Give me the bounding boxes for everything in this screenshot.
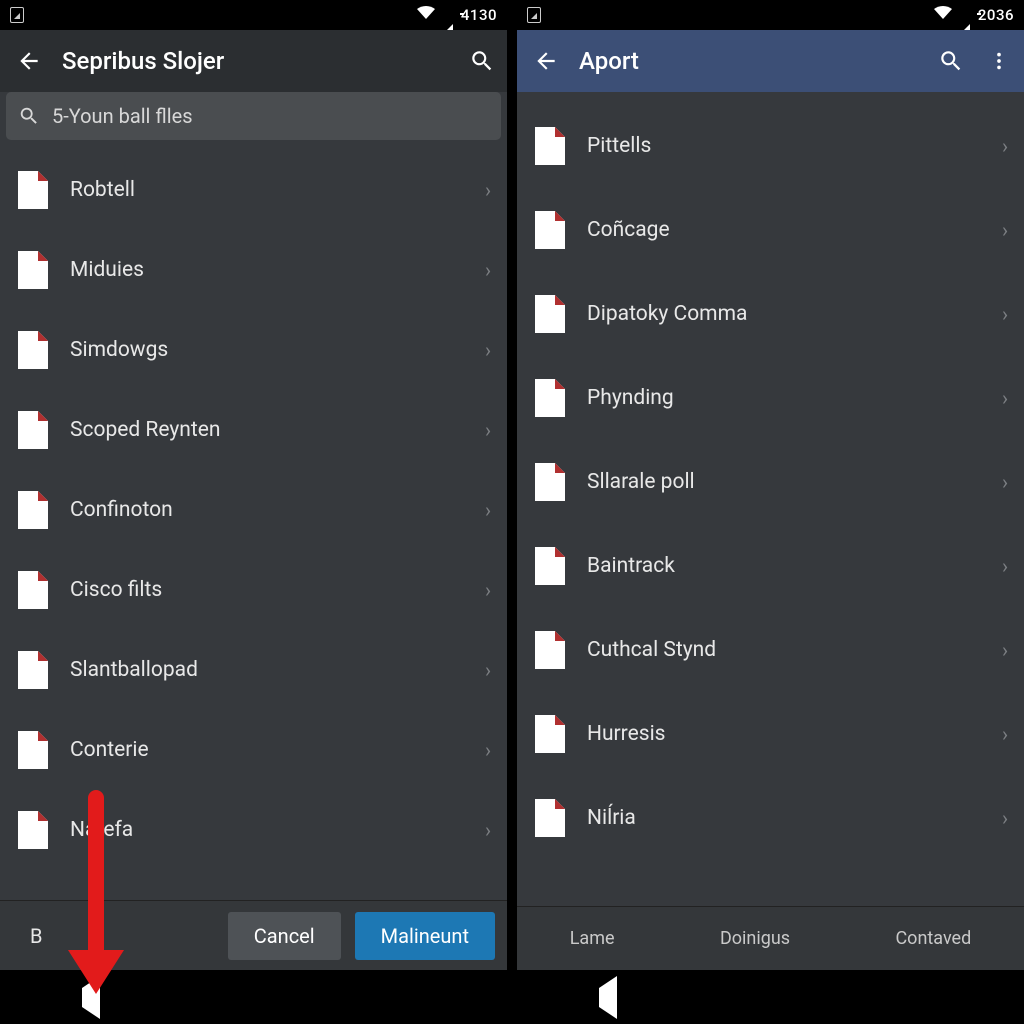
file-icon [535, 463, 565, 501]
list-item[interactable]: Cuthcal Stynd› [517, 608, 1024, 692]
file-icon [535, 127, 565, 165]
list-item[interactable]: Slantballopad› [0, 630, 507, 710]
chevron-right-icon: › [1002, 134, 1008, 158]
list-item[interactable]: Robtell› [0, 150, 507, 230]
chevron-right-icon: › [485, 258, 491, 282]
more-icon[interactable] [984, 46, 1014, 76]
app-bar: Sepribus Slojer [0, 30, 507, 92]
chevron-right-icon: › [485, 498, 491, 522]
chevron-right-icon: › [1002, 218, 1008, 242]
wifi-icon [934, 6, 952, 24]
nav-back-icon[interactable] [599, 988, 617, 1007]
list-item[interactable]: Niĺria› [517, 776, 1024, 860]
file-list[interactable]: Robtell› Miduies› Simdowgs› Scoped Reynt… [0, 146, 507, 900]
nav-back-icon[interactable] [82, 988, 100, 1007]
sim-icon [527, 7, 541, 23]
back-icon[interactable] [14, 46, 44, 76]
cell-signal-icon [439, 6, 453, 24]
search-icon[interactable] [467, 46, 497, 76]
search-icon[interactable] [936, 46, 966, 76]
bottom-action-bar: B Cancel Malineunt [0, 900, 507, 970]
file-icon [18, 171, 48, 209]
chevron-right-icon: › [485, 578, 491, 602]
tab-contaved[interactable]: Contaved [895, 928, 971, 949]
list-item[interactable]: Conterie› [0, 710, 507, 790]
confirm-button[interactable]: Malineunt [355, 912, 495, 960]
file-icon [535, 295, 565, 333]
chevron-right-icon: › [1002, 806, 1008, 830]
file-list[interactable]: Pittells› Coñcage› Dipatoky Comma› Phynd… [517, 92, 1024, 906]
wifi-icon [417, 6, 435, 24]
chevron-right-icon: › [1002, 554, 1008, 578]
clock: 4130 [461, 6, 497, 24]
chevron-right-icon: › [1002, 302, 1008, 326]
file-icon [535, 379, 565, 417]
list-item[interactable]: Hurresis› [517, 692, 1024, 776]
file-icon [18, 651, 48, 689]
file-icon [535, 715, 565, 753]
app-bar: Aport [517, 30, 1024, 92]
sim-icon [10, 7, 24, 23]
tab-lame[interactable]: Lame [570, 928, 615, 949]
chevron-right-icon: › [485, 338, 491, 362]
list-item[interactable]: Confinoton› [0, 470, 507, 550]
list-item[interactable]: Coñcage› [517, 188, 1024, 272]
chevron-right-icon: › [1002, 470, 1008, 494]
chevron-right-icon: › [1002, 638, 1008, 662]
file-icon [18, 251, 48, 289]
chevron-right-icon: › [485, 178, 491, 202]
list-item[interactable]: Phynding› [517, 356, 1024, 440]
list-item[interactable]: Simdowgs› [0, 310, 507, 390]
tab-doinigus[interactable]: Doinigus [720, 928, 790, 949]
list-item[interactable]: Narefa› [0, 790, 507, 870]
bottom-extra-label: B [30, 924, 42, 948]
file-icon [535, 799, 565, 837]
chevron-right-icon: › [485, 658, 491, 682]
file-icon [18, 811, 48, 849]
chevron-right-icon: › [485, 418, 491, 442]
page-title: Aport [579, 47, 918, 75]
file-icon [535, 547, 565, 585]
search-placeholder: 5-Youn ball flles [52, 104, 193, 128]
status-bar: 2036 [517, 0, 1024, 30]
list-item[interactable]: Pittells› [517, 104, 1024, 188]
file-icon [18, 411, 48, 449]
page-title: Sepribus Slojer [62, 47, 449, 75]
chevron-right-icon: › [485, 818, 491, 842]
android-nav-bar [0, 970, 507, 1024]
clock: 2036 [978, 6, 1014, 24]
file-icon [18, 491, 48, 529]
back-icon[interactable] [531, 46, 561, 76]
list-item[interactable]: Sllarale poll› [517, 440, 1024, 524]
right-phone: 2036 Aport Pittells› Coñcage› Dipatoky C… [512, 0, 1024, 1024]
chevron-right-icon: › [1002, 722, 1008, 746]
file-icon [535, 631, 565, 669]
list-item[interactable]: Cisco filts› [0, 550, 507, 630]
status-bar: 4130 [0, 0, 507, 30]
list-item[interactable]: Scoped Reynten› [0, 390, 507, 470]
file-icon [18, 331, 48, 369]
left-phone: 4130 Sepribus Slojer 5-Youn ball flles R… [0, 0, 512, 1024]
cell-signal-icon [956, 6, 970, 24]
file-icon [18, 571, 48, 609]
android-nav-bar [517, 970, 1024, 1024]
list-item[interactable]: Dipatoky Comma› [517, 272, 1024, 356]
chevron-right-icon: › [1002, 386, 1008, 410]
search-input[interactable]: 5-Youn ball flles [6, 92, 501, 140]
list-item[interactable]: Miduies› [0, 230, 507, 310]
file-icon [535, 211, 565, 249]
chevron-right-icon: › [485, 738, 491, 762]
bottom-tab-bar: Lame Doinigus Contaved [517, 906, 1024, 970]
cancel-button[interactable]: Cancel [228, 912, 341, 960]
list-item[interactable]: Baintrack› [517, 524, 1024, 608]
file-icon [18, 731, 48, 769]
